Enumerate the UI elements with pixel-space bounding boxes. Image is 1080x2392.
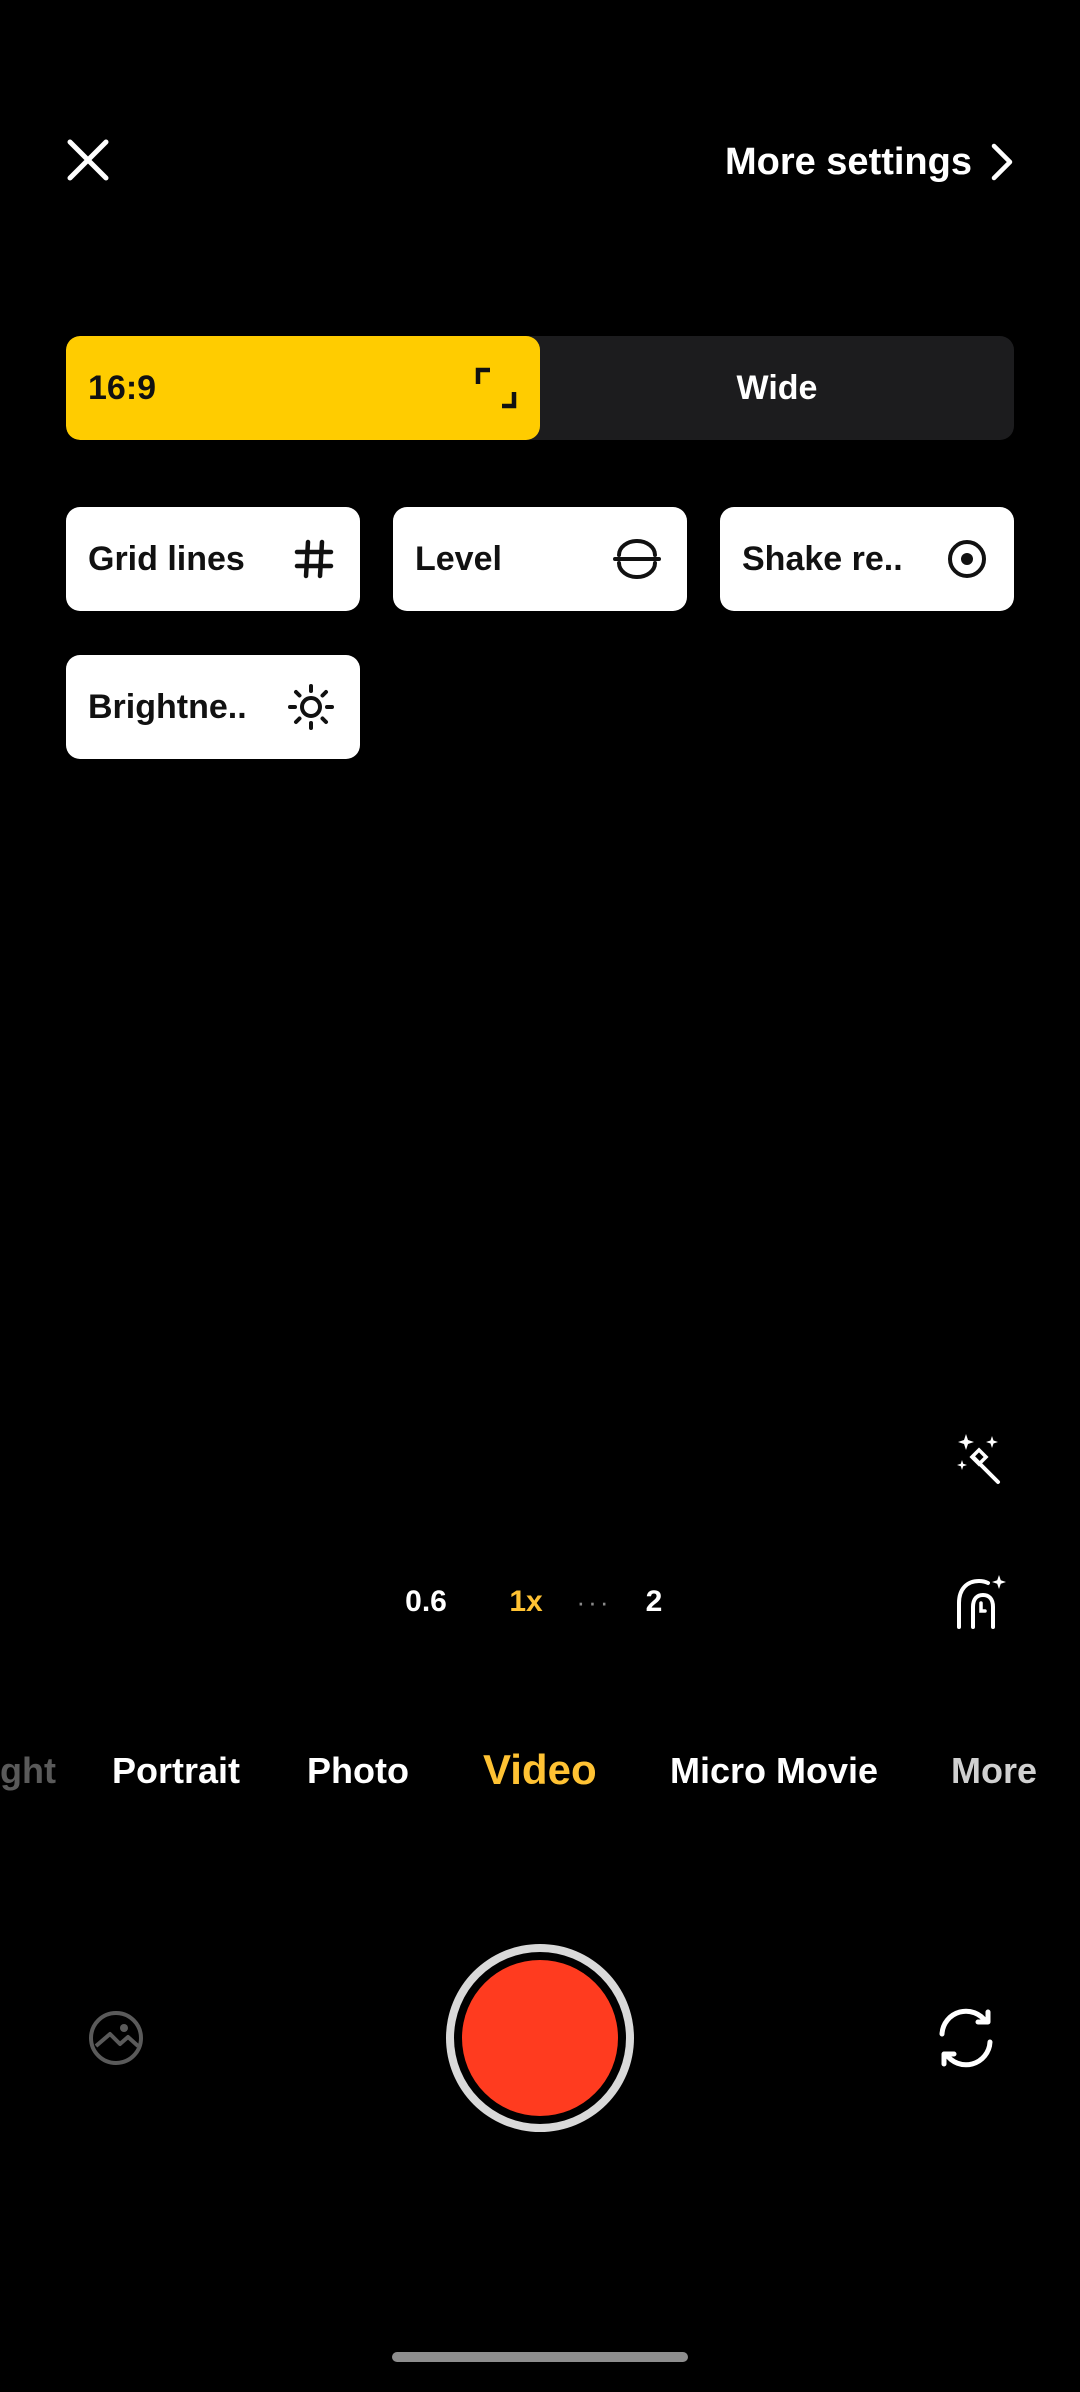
shake-reduction-toggle[interactable]: Shake re..: [720, 507, 1014, 611]
mode-video[interactable]: Video: [483, 1746, 597, 1794]
aspect-option-label: 16:9: [88, 368, 157, 407]
record-button-ring: [454, 1952, 626, 2124]
switch-camera-icon: [939, 2008, 993, 2068]
mode-micro-movie[interactable]: Micro Movie: [670, 1750, 878, 1792]
zoom-selector: 0.6 1x ··· 2: [0, 1574, 1080, 1630]
zoom-level-0-6[interactable]: 0.6: [391, 1585, 461, 1619]
record-button[interactable]: [446, 1944, 634, 2132]
level-icon: [613, 539, 661, 579]
grid-lines-toggle[interactable]: Grid lines: [66, 507, 360, 611]
mode-night[interactable]: ght: [0, 1750, 56, 1792]
tile-label: Brightne..: [88, 687, 247, 726]
mode-portrait[interactable]: Portrait: [112, 1750, 240, 1792]
mode-photo[interactable]: Photo: [307, 1750, 409, 1792]
more-settings-label: More settings: [724, 140, 972, 183]
gallery-icon: [89, 2011, 143, 2065]
record-button-core: [462, 1960, 618, 2116]
tile-label: Grid lines: [88, 539, 245, 578]
tile-label: Shake re..: [742, 539, 903, 578]
aspect-option-label: Wide: [736, 368, 818, 407]
aspect-option-wide[interactable]: Wide: [540, 336, 1014, 440]
gallery-button[interactable]: [80, 2002, 152, 2074]
magic-wand-icon: [957, 1434, 1000, 1484]
aspect-option-16-9[interactable]: 16:9: [66, 336, 540, 440]
home-indicator[interactable]: [392, 2352, 688, 2362]
camera-mode-carousel: ght Portrait Photo Video Micro Movie Mor…: [0, 1746, 1080, 1820]
mode-more[interactable]: More: [951, 1750, 1037, 1792]
close-icon: [67, 139, 109, 181]
zoom-dots[interactable]: ···: [569, 1587, 619, 1618]
expand-corners-icon: [475, 367, 517, 409]
brightness-icon: [288, 684, 334, 730]
aspect-ratio-selector: 16:9 Wide: [66, 336, 1014, 440]
level-toggle[interactable]: Level: [393, 507, 687, 611]
ai-enhance-button[interactable]: [946, 1424, 1014, 1492]
tile-label: Level: [415, 539, 502, 578]
zoom-level-1x[interactable]: 1x: [491, 1585, 561, 1619]
shake-reduction-icon: [948, 540, 986, 578]
more-settings-button[interactable]: More settings: [725, 130, 1014, 194]
zoom-level-2[interactable]: 2: [619, 1585, 689, 1619]
close-button[interactable]: [56, 128, 120, 192]
brightness-toggle[interactable]: Brightne..: [66, 655, 360, 759]
switch-camera-button[interactable]: [926, 1998, 1006, 2078]
chevron-right-icon: [991, 143, 1013, 181]
grid-hash-icon: [294, 539, 334, 579]
